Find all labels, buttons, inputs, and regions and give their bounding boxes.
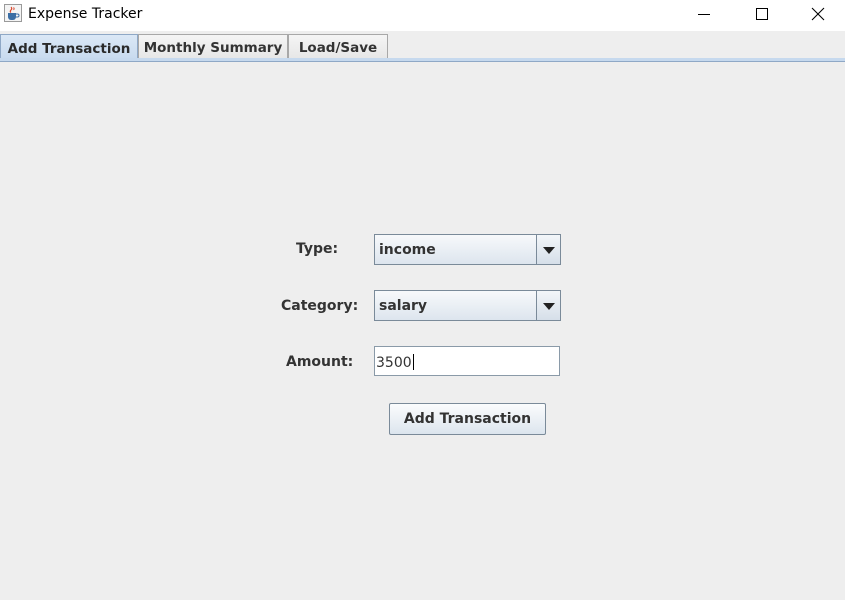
- amount-value-text: 3500: [376, 355, 412, 371]
- category-label: Category:: [281, 298, 359, 314]
- type-selected-value: income: [379, 242, 436, 258]
- type-dropdown-button[interactable]: [536, 235, 560, 264]
- type-label: Type:: [296, 241, 339, 257]
- close-button[interactable]: [791, 0, 845, 28]
- close-icon: [811, 7, 825, 21]
- maximize-icon: [756, 8, 768, 20]
- add-transaction-button[interactable]: Add Transaction: [389, 403, 546, 435]
- text-caret: [412, 354, 414, 370]
- amount-field[interactable]: 3500: [374, 346, 560, 376]
- tab-strip: Add Transaction Monthly Summary Load/Sav…: [0, 31, 845, 62]
- amount-field-value: 3500: [376, 354, 414, 371]
- category-dropdown[interactable]: salary: [374, 290, 561, 321]
- add-transaction-panel: Type: income Category: salary Amount: 35…: [0, 62, 845, 600]
- minimize-button[interactable]: [675, 0, 733, 28]
- java-cup-icon: [4, 4, 22, 22]
- app-window: Expense Tracker Add Transaction Monthly …: [0, 0, 845, 600]
- tab-monthly-summary[interactable]: Monthly Summary: [138, 34, 288, 60]
- amount-label: Amount:: [286, 354, 354, 370]
- category-selected-value: salary: [379, 298, 428, 314]
- tab-load-save[interactable]: Load/Save: [288, 34, 388, 60]
- maximize-button[interactable]: [733, 0, 791, 28]
- triangle-down-icon: [542, 240, 555, 259]
- category-dropdown-button[interactable]: [536, 291, 560, 320]
- minimize-icon: [698, 8, 710, 20]
- title-bar: Expense Tracker: [0, 0, 845, 31]
- window-title: Expense Tracker: [28, 6, 143, 22]
- type-dropdown[interactable]: income: [374, 234, 561, 265]
- triangle-down-icon: [542, 296, 555, 315]
